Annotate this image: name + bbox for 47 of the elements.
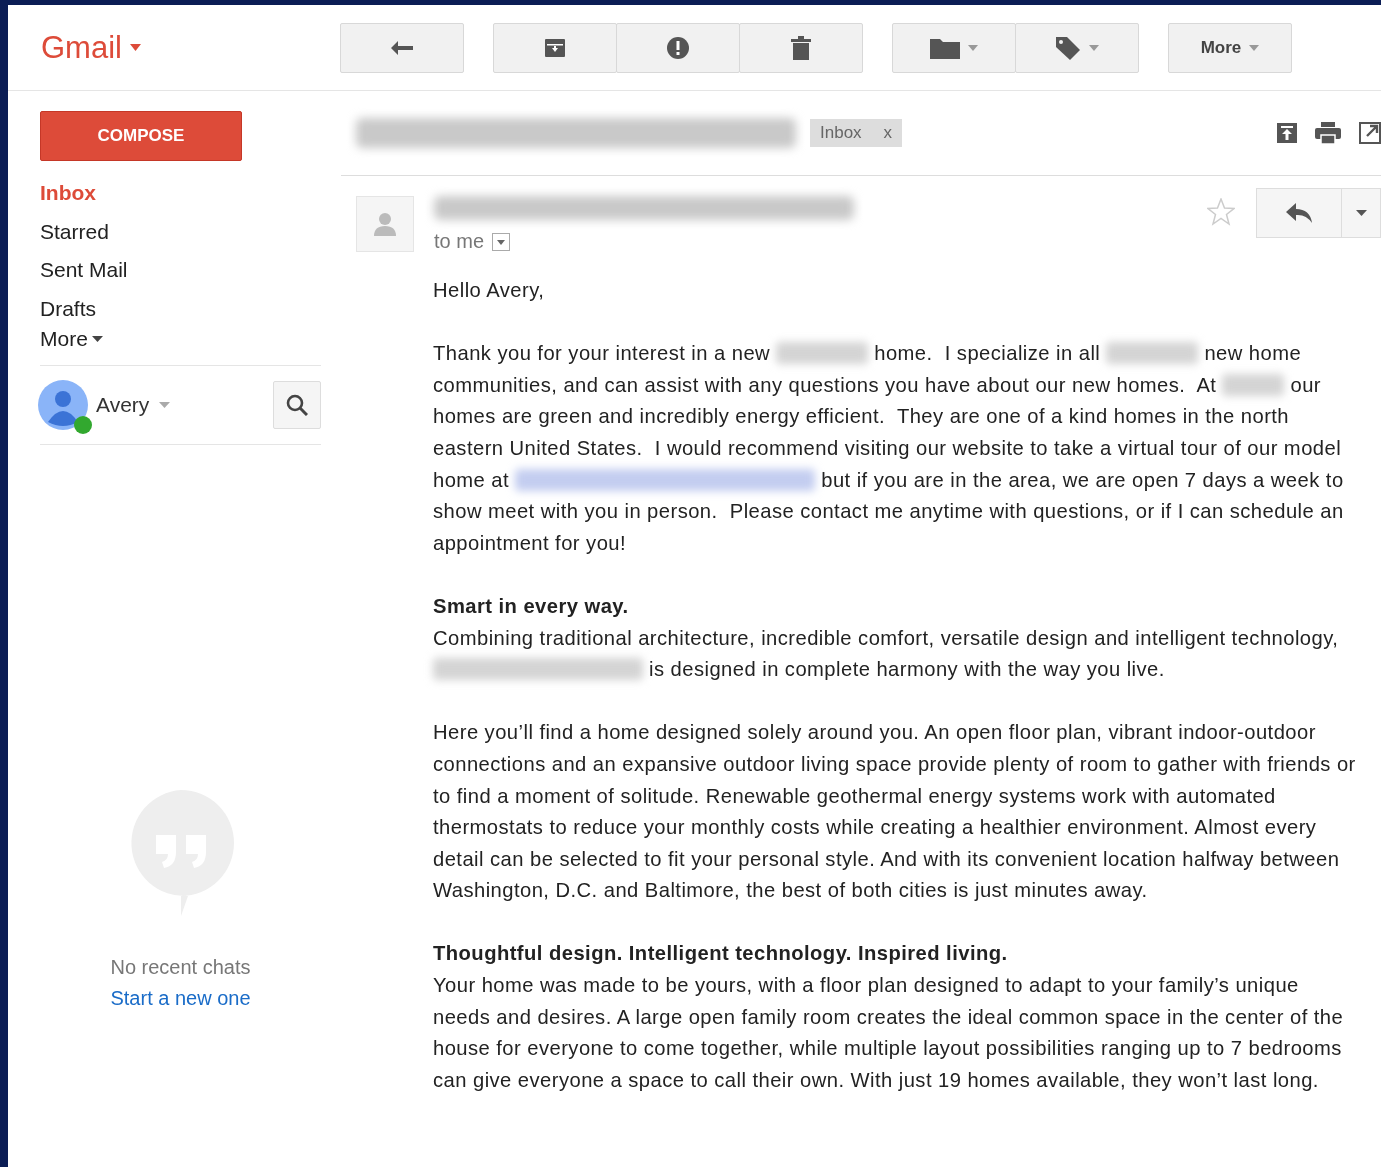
dropdown-icon[interactable] [492, 232, 511, 251]
caret-icon [1355, 210, 1367, 216]
caret-icon [968, 44, 978, 51]
caret-icon[interactable] [129, 44, 141, 51]
nav-item[interactable]: Inbox [40, 179, 321, 218]
remove-label-button[interactable]: x [883, 123, 893, 143]
body-paragraph: Hello Avery, [433, 278, 546, 303]
start-chat-link[interactable]: Start a new one [110, 987, 251, 1010]
gmail-logo[interactable]: Gmail [41, 29, 122, 66]
sender-avatar-icon [374, 212, 396, 236]
section-heading: Thoughtful design. Intelligent technology. Inspired living. [433, 941, 1009, 967]
reply-icon [1286, 203, 1312, 223]
archive-button[interactable] [493, 22, 617, 73]
nav-item[interactable]: Starred [40, 217, 321, 256]
caret-icon [1089, 44, 1099, 51]
caret-icon [1249, 44, 1260, 51]
nav-item[interactable]: Sent Mail [40, 256, 321, 295]
recipient-text: to me [434, 230, 485, 253]
more-button[interactable]: More [1168, 22, 1292, 73]
report-spam-button[interactable] [616, 22, 740, 73]
exclamation-icon [666, 35, 690, 60]
folder-icon [930, 36, 960, 59]
user-name[interactable]: Avery [96, 393, 150, 417]
body-paragraph: Combining traditional architecture, incredible comfort, versatile design and intelligent technology, is designed in complete harmony with the way you live. [433, 625, 1340, 683]
compose-button[interactable]: COMPOSE [40, 111, 242, 161]
caret-icon [91, 336, 103, 342]
body-paragraph: Thank you for your interest in a new home. I specialize in all new home communities, and can assist with any questions you have about our new homes. At our homes are green and incredibly energy efficient. They are one of a kind homes in the north eastern United States. I would recommend visiting our website to take a virtual tour of our model home at but if you are in the area, we are open 7 days a week to show meet with you in person. Please contact me anytime with questions, or if I can schedule an appointment for you! [433, 341, 1345, 556]
search-icon [286, 394, 308, 416]
print-icon[interactable] [1315, 122, 1341, 144]
expand-all-icon[interactable] [1277, 123, 1297, 143]
body-paragraph: Here you’ll find a home designed solely around you. An open floor plan, vibrant indoor-outdoor connections and an expansive outdoor living space provide plenty of room to gather with friends or to find a moment of solitude. Renewable geothermal energy systems work with automated thermostats to reduce your monthly costs while creating a healthier environment. Almost every detail can be selected to fit your personal style. And with its convenient location halfway between Washington, D.C. and Baltimore, the best of both cities is just minutes away. [433, 720, 1357, 904]
trash-icon [791, 35, 811, 60]
back-arrow-icon [390, 39, 414, 56]
move-to-button[interactable] [892, 22, 1016, 73]
section-heading: Smart in every way. [433, 593, 630, 619]
labels-button[interactable] [1015, 22, 1139, 73]
tag-icon [1055, 35, 1081, 60]
delete-button[interactable] [739, 22, 863, 73]
reply-button[interactable] [1256, 188, 1342, 238]
search-button[interactable] [273, 381, 321, 429]
no-chats-text: No recent chats [110, 956, 251, 979]
label-chip: Inbox x [810, 119, 903, 147]
avatar-icon[interactable] [38, 380, 88, 430]
body-paragraph: Your home was made to be yours, with a floor plan designed to adapt to your family’s unique needs and desires. A large open family room creates the ideal common space in the center of the house for everyone to come together, while multiple layout possibilities ranging up to 7 bedrooms can give everyone a space to call their own. With just 19 homes available, they won’t last long. [433, 973, 1345, 1093]
archive-icon [544, 37, 566, 58]
star-icon[interactable] [1207, 198, 1235, 226]
new-window-icon[interactable] [1359, 122, 1381, 144]
